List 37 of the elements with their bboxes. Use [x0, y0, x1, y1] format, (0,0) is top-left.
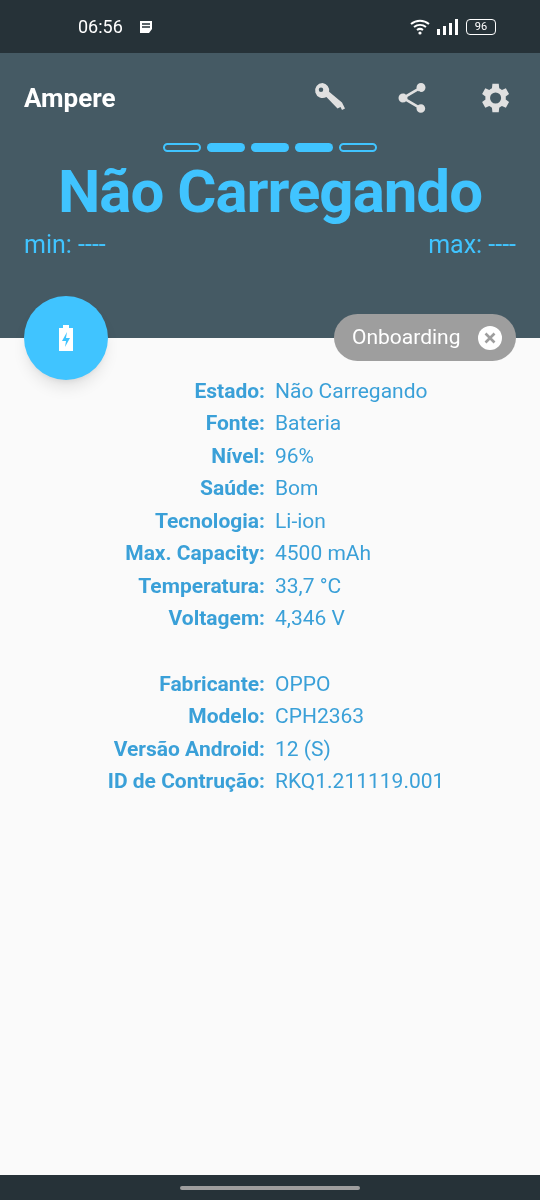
- info-value: Bateria: [275, 410, 342, 437]
- info-label: Voltagem:: [167, 605, 265, 632]
- info-value: 96%: [275, 442, 314, 470]
- info-value: 4500 mAh: [275, 540, 372, 567]
- info-label: Estado:: [193, 377, 265, 405]
- info-value: OPPO: [275, 670, 331, 698]
- info-value: 4,346 V: [275, 605, 345, 632]
- battery-indicator: 96: [466, 18, 496, 35]
- info-label: Max. Capacity:: [124, 540, 265, 567]
- signal-icon: [436, 18, 458, 35]
- wifi-icon: [410, 18, 432, 35]
- notification-icon: [138, 20, 153, 33]
- info-label: Versão Android:: [112, 735, 265, 763]
- battery-charging-icon: [58, 325, 74, 351]
- onboarding-chip[interactable]: Onboarding: [334, 314, 516, 361]
- info-label: Temperatura:: [137, 572, 265, 600]
- charging-status: Não Carregando: [56, 155, 483, 229]
- home-indicator[interactable]: [180, 1185, 360, 1190]
- info-value: Não Carregando: [275, 377, 428, 405]
- clock: 06:56: [78, 15, 123, 39]
- info-label: Modelo:: [187, 703, 265, 730]
- info-value: RKQ1.211119.001: [275, 768, 445, 795]
- info-value: 12 (S): [275, 735, 331, 763]
- min-reading: min: ----: [24, 232, 106, 257]
- info-label: Fonte:: [204, 410, 265, 437]
- info-label: Fabricante:: [158, 670, 265, 698]
- info-label: Tecnologia:: [153, 507, 265, 535]
- info-value: 33,7 °C: [275, 572, 342, 600]
- info-label: Saúde:: [199, 475, 265, 502]
- info-label: ID de Contrução:: [106, 768, 265, 795]
- info-value: Li-ion: [275, 507, 326, 535]
- info-value: Bom: [275, 475, 319, 502]
- app-title: Ampere: [24, 81, 117, 115]
- info-label: Nível:: [210, 442, 265, 470]
- max-reading: max: ----: [428, 232, 516, 257]
- close-icon[interactable]: [478, 325, 502, 350]
- info-value: CPH2363: [275, 703, 365, 730]
